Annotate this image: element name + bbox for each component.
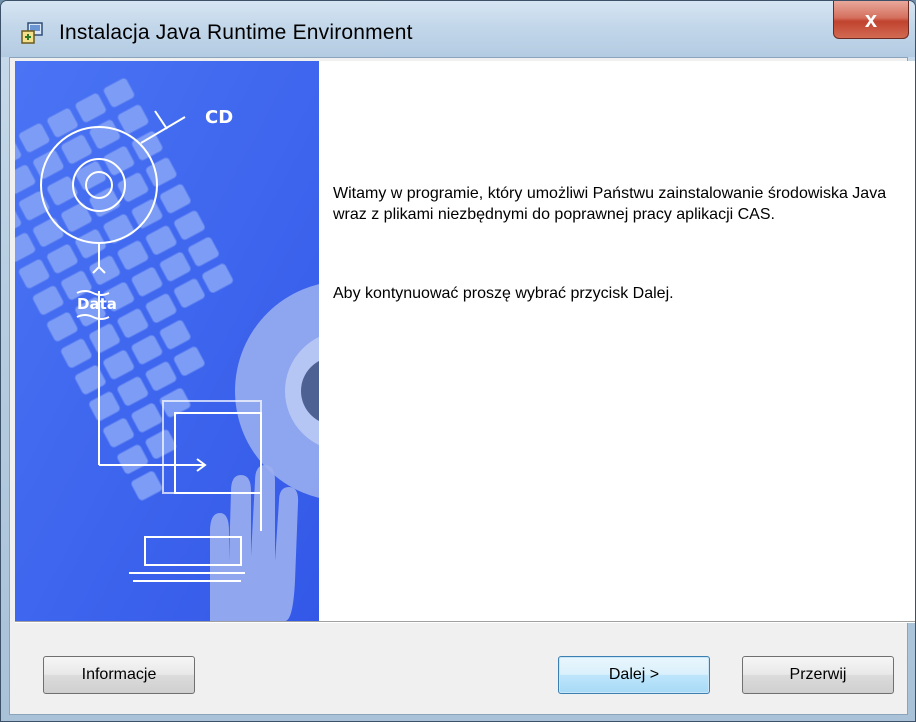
data-label: Data bbox=[77, 295, 117, 313]
installer-app-icon bbox=[21, 22, 43, 44]
keyboard-cd-illustration: CD Data bbox=[15, 61, 319, 621]
close-button[interactable]: x bbox=[833, 1, 909, 39]
installer-window: Instalacja Java Runtime Environment x CD… bbox=[0, 0, 916, 722]
cd-label: CD bbox=[205, 107, 233, 128]
cancel-button[interactable]: Przerwij bbox=[742, 656, 894, 694]
content-panel bbox=[319, 61, 915, 621]
side-illustration: CD Data bbox=[15, 61, 319, 621]
continue-instruction: Aby kontynuować proszę wybrać przycisk D… bbox=[333, 285, 674, 302]
close-icon: x bbox=[864, 6, 878, 32]
window-title: Instalacja Java Runtime Environment bbox=[59, 21, 413, 44]
button-separator bbox=[15, 621, 915, 623]
next-button[interactable]: Dalej > bbox=[558, 656, 710, 694]
info-button[interactable]: Informacje bbox=[43, 656, 195, 694]
welcome-text: Witamy w programie, który umożliwi Państ… bbox=[333, 185, 887, 223]
title-bar[interactable]: Instalacja Java Runtime Environment x bbox=[1, 1, 915, 57]
